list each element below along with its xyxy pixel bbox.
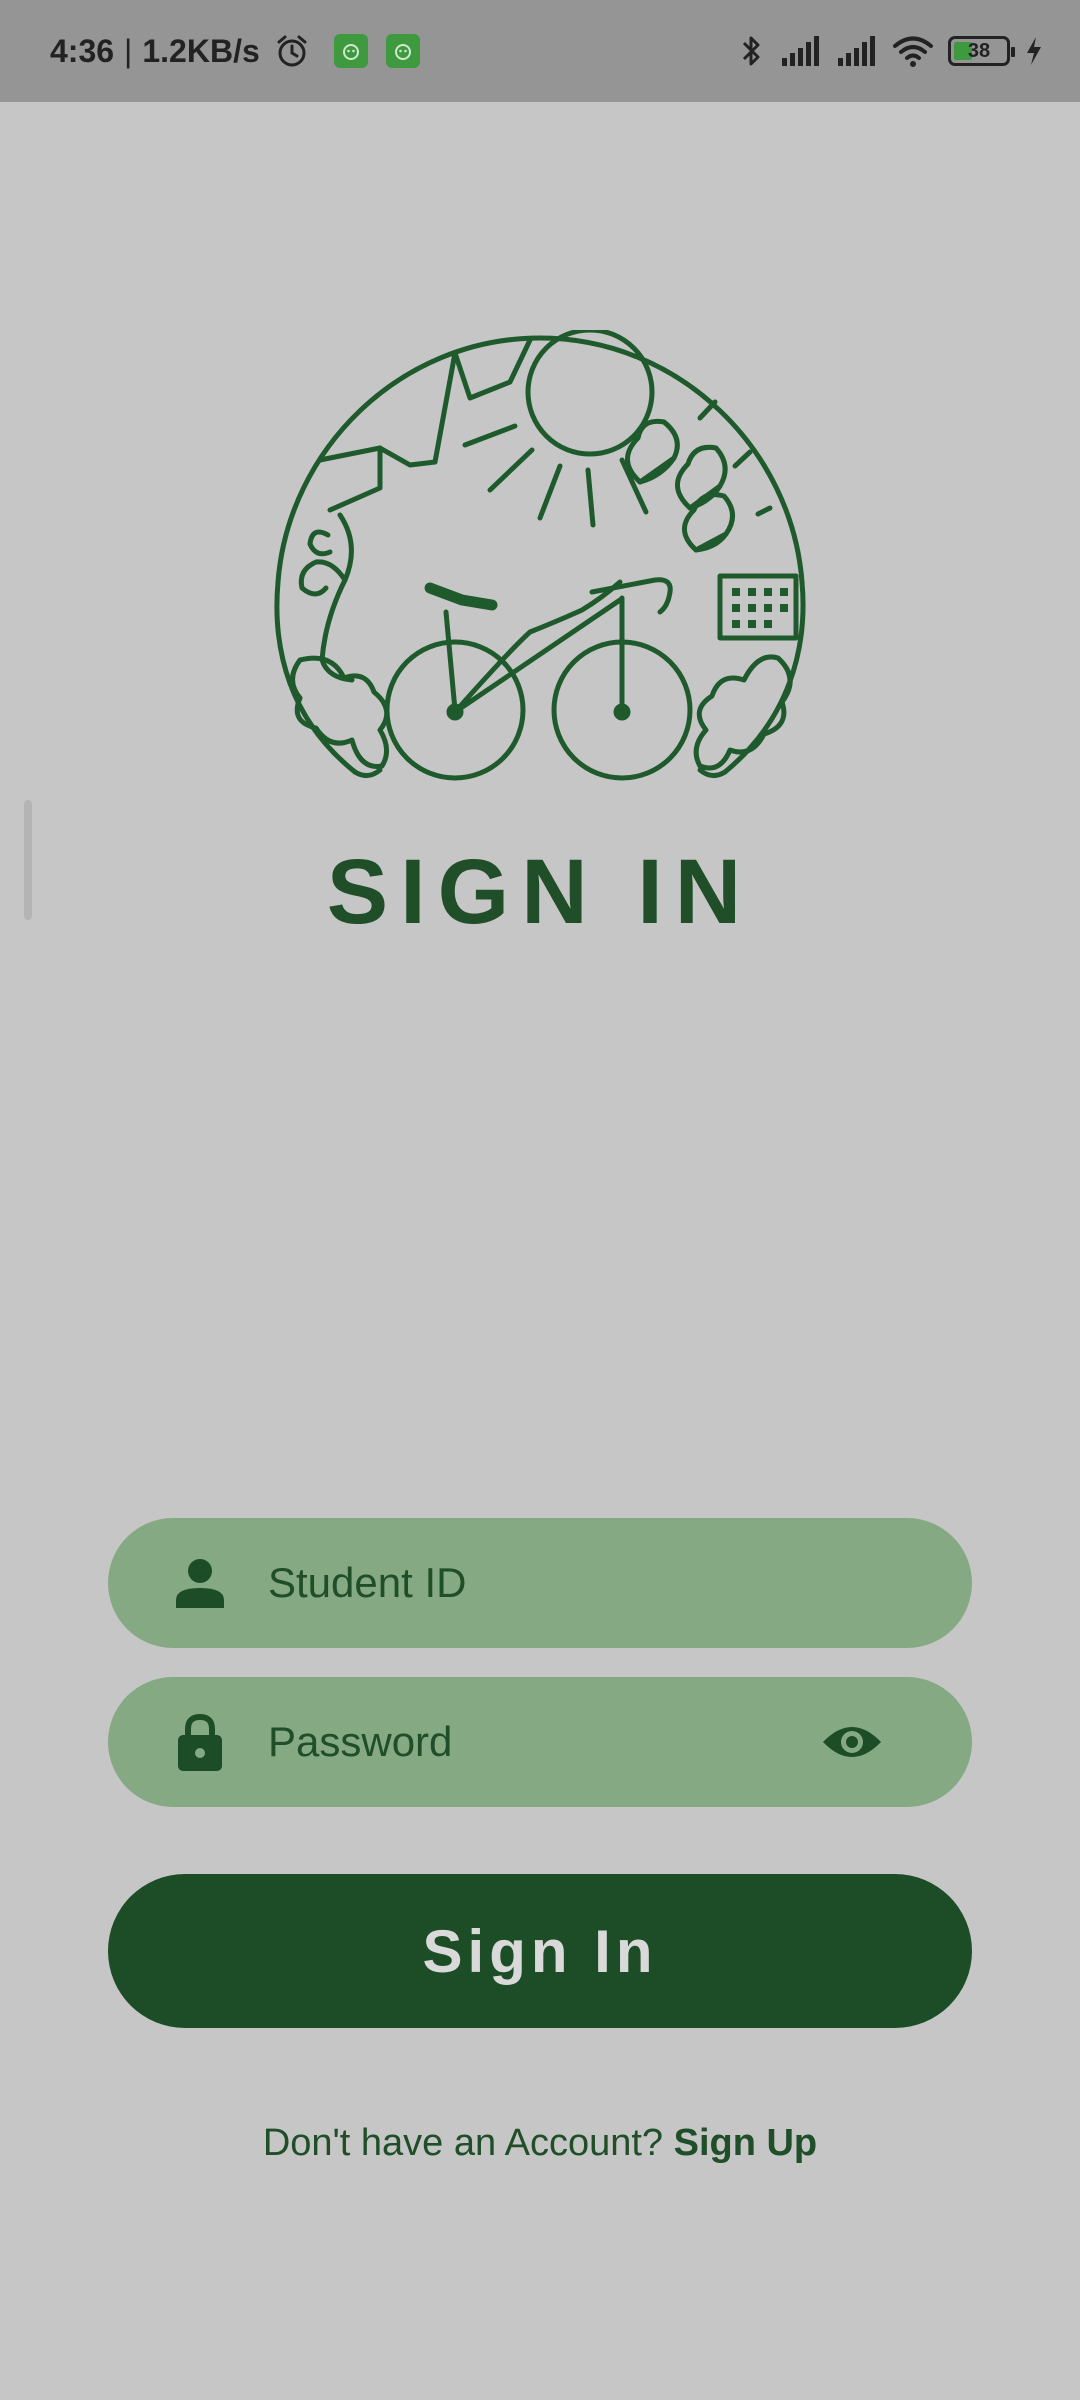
signal-icon	[836, 34, 878, 68]
app-notification-icon	[333, 34, 368, 68]
status-bar: 4:36 | 1.2KB/s 38	[0, 0, 1080, 102]
page-title: SIGN IN	[326, 841, 754, 943]
status-separator: |	[124, 32, 133, 69]
status-left: 4:36 | 1.2KB/s	[50, 33, 420, 70]
signup-prompt-row: Don't have an Account? Sign Up	[0, 2122, 1080, 2165]
network-speed: 1.2KB/s	[142, 32, 260, 69]
password-input[interactable]	[266, 1717, 790, 1767]
sign-in-button[interactable]: Sign In	[108, 1874, 972, 2028]
bicycle-globe-logo	[274, 330, 806, 781]
lock-icon	[170, 1712, 230, 1772]
sign-up-link[interactable]: Sign Up	[674, 2122, 818, 2164]
status-right: 38	[736, 33, 1044, 69]
status-time: 4:36	[50, 32, 115, 69]
app-notification-icon	[385, 34, 420, 68]
wifi-icon	[892, 34, 934, 68]
signal-icon	[780, 34, 822, 68]
password-field[interactable]	[108, 1677, 972, 1807]
student-id-input[interactable]	[266, 1558, 790, 1608]
battery-icon: 38	[948, 36, 1015, 66]
bluetooth-icon	[736, 33, 766, 69]
person-icon	[170, 1553, 230, 1613]
eye-icon[interactable]	[820, 1712, 884, 1772]
student-id-field[interactable]	[108, 1518, 972, 1648]
battery-level: 38	[967, 39, 991, 62]
charging-icon	[1024, 35, 1044, 67]
alarm-icon	[274, 33, 310, 69]
signup-prompt-text: Don't have an Account?	[262, 2122, 664, 2164]
